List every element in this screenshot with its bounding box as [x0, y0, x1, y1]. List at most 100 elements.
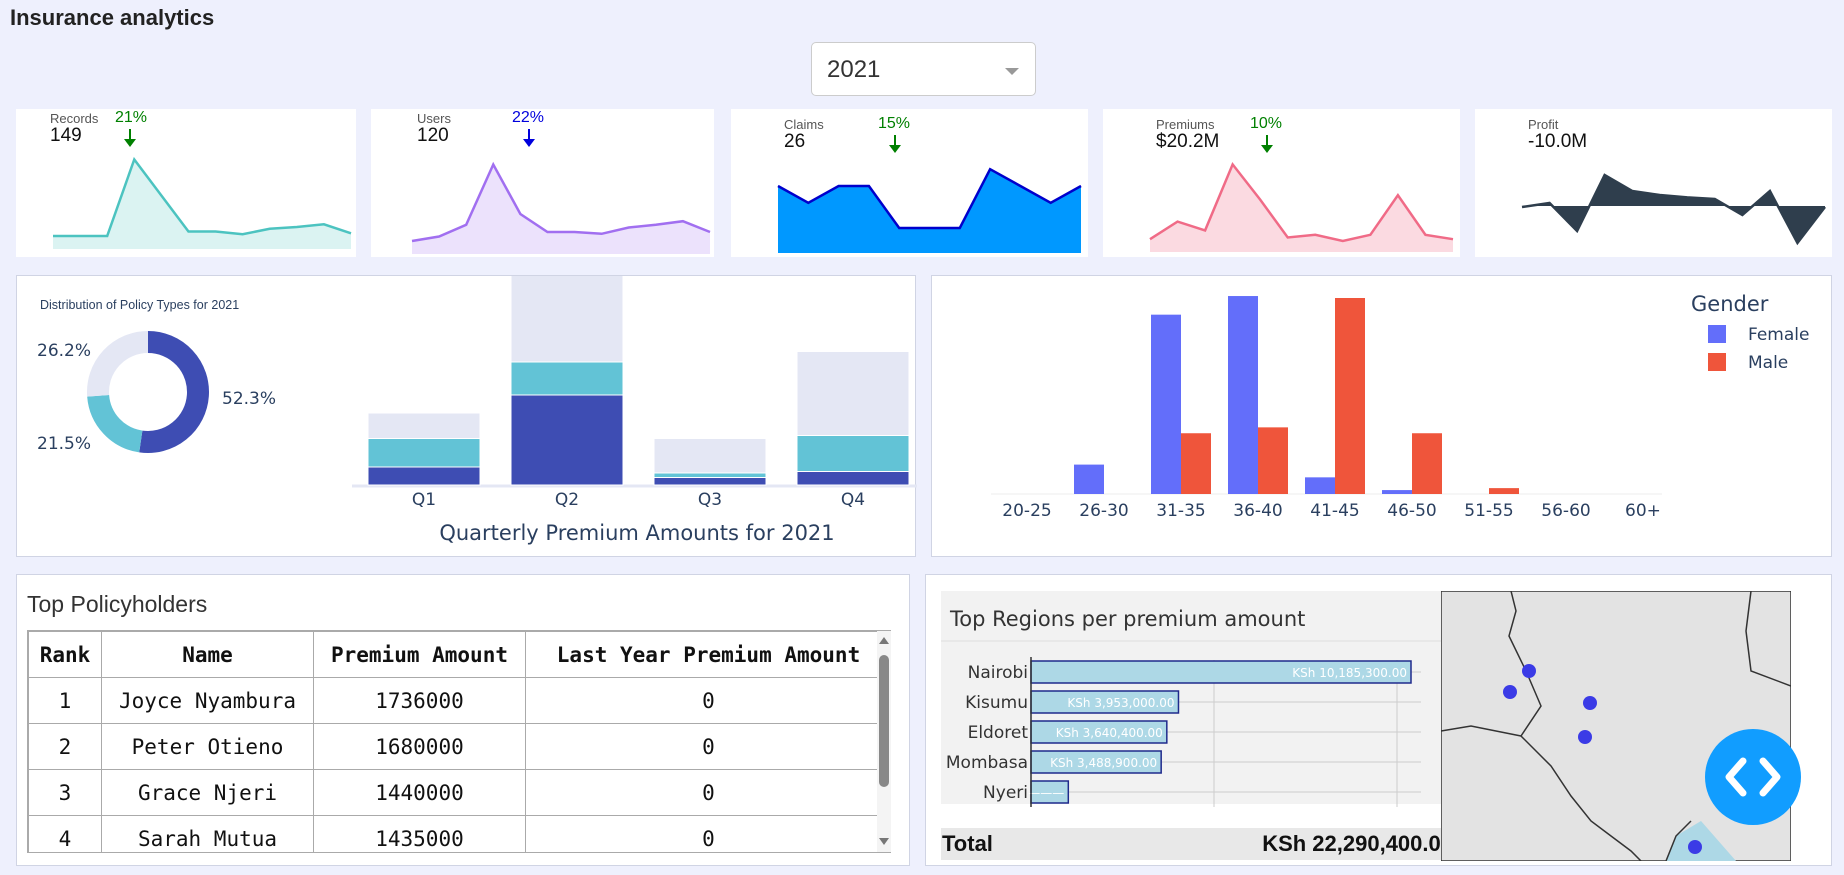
kpi-card-premiums: Premiums $20.2M 10%	[1103, 109, 1460, 257]
scrollbar-thumb[interactable]	[879, 655, 889, 787]
kpi-delta: 15%	[878, 115, 911, 132]
kpi-label: Profit	[1528, 117, 1559, 132]
gender-bar	[1151, 314, 1181, 494]
policyholders-table: Rank Name Premium Amount Last Year Premi…	[28, 631, 890, 852]
scroll-down-icon[interactable]	[878, 837, 890, 847]
regions-tick-label: Mombasa	[946, 753, 1028, 773]
kpi-label: Users	[417, 111, 451, 126]
kpi-delta: 10%	[1250, 115, 1283, 132]
sparkline-line	[53, 156, 352, 238]
cell-premium: 1440000	[313, 769, 526, 816]
kpi-sparkline	[1521, 173, 1826, 246]
gender-bar	[1228, 296, 1258, 494]
gender-tick-label: 20-25	[1002, 501, 1051, 521]
code-icon	[1725, 757, 1781, 797]
app-title: Insurance analytics	[10, 5, 215, 30]
kpi-delta: 21%	[115, 109, 148, 126]
kpi-sparkline	[411, 161, 711, 254]
gender-bar	[1305, 477, 1335, 494]
kpi-sparkline	[1149, 161, 1454, 252]
kpi-delta-arrow-icon	[124, 129, 136, 147]
quarterly-bar-segment	[796, 471, 910, 486]
cell-rank: 2	[28, 723, 102, 770]
cell-rank: 1	[28, 677, 102, 724]
map-point[interactable]	[1578, 730, 1592, 744]
quarterly-bar-segment	[510, 394, 624, 486]
kpi-delta-arrow-icon	[523, 129, 535, 147]
kpi-value: 26	[784, 131, 806, 152]
regions-tick-label: Eldoret	[968, 723, 1029, 743]
kpi-delta-arrow-icon	[1261, 135, 1273, 153]
donut-slice-label: 26.2%	[37, 341, 91, 361]
regions-total-value: KSh 22,290,400.00	[1262, 831, 1453, 856]
regions-bar-label: KSh 3,488,900.00	[1050, 756, 1157, 770]
policy-premium-panel: Distribution of Policy Types for 2021 52…	[16, 275, 917, 557]
quarterly-bar-segment	[510, 276, 624, 363]
column-header-rank[interactable]: Rank	[28, 631, 102, 678]
regions-total-label: Total	[942, 831, 993, 856]
chevron-down-icon[interactable]	[1005, 68, 1019, 75]
gender-legend-label: Male	[1748, 353, 1788, 373]
regions-tick-label: Nyeri	[983, 783, 1028, 803]
kpi-sparkline	[53, 156, 352, 249]
cell-last-year: 0	[525, 677, 890, 724]
map-point[interactable]	[1522, 664, 1536, 678]
quarterly-tick-label: Q2	[555, 490, 579, 510]
gender-legend-swatch	[1708, 325, 1726, 343]
kpi-value: 149	[50, 125, 82, 146]
table-row[interactable]: 2 Peter Otieno 1680000 0	[28, 723, 890, 770]
gender-legend-title: Gender	[1691, 292, 1769, 316]
table-row[interactable]: 4 Sarah Mutua 1435000 0	[28, 815, 890, 852]
regions-bar-label: KSh 10,185,300.00	[1292, 666, 1407, 680]
kpi-value: 120	[417, 125, 449, 146]
table-header-row: Rank Name Premium Amount Last Year Premi…	[28, 631, 890, 678]
regions-tick-label: Nairobi	[968, 663, 1028, 683]
cell-rank: 3	[28, 769, 102, 816]
column-header-name[interactable]: Name	[101, 631, 314, 678]
cell-name: Joyce Nyambura	[101, 677, 314, 724]
year-dropdown-value: 2021	[827, 56, 881, 83]
kpi-value: $20.2M	[1156, 131, 1220, 152]
dev-tools-button[interactable]	[1705, 729, 1801, 825]
cell-premium: 1680000	[313, 723, 526, 770]
gender-tick-label: 46-50	[1387, 501, 1436, 521]
regions-bar-label: KSh 3,953,000.00	[1067, 696, 1174, 710]
table-row[interactable]: 1 Joyce Nyambura 1736000 0	[28, 677, 890, 724]
quarterly-tick-label: Q3	[698, 490, 722, 510]
column-header-last-year[interactable]: Last Year Premium Amount	[525, 631, 890, 678]
cell-rank: 4	[28, 815, 102, 852]
gender-tick-label: 56-60	[1541, 501, 1590, 521]
kpi-label: Claims	[784, 117, 824, 132]
kpi-label: Premiums	[1156, 117, 1215, 132]
scroll-up-icon[interactable]	[878, 635, 890, 645]
table-scrollbar[interactable]	[877, 631, 891, 852]
donut-slice	[139, 331, 209, 453]
quarterly-bar-segment	[367, 438, 481, 468]
map-point[interactable]	[1688, 840, 1702, 854]
map-point[interactable]	[1503, 685, 1517, 699]
gender-legend-label: Female	[1748, 325, 1809, 345]
year-dropdown[interactable]: 2021	[811, 42, 1036, 96]
cell-last-year: 0	[525, 769, 890, 816]
gender-tick-label: 31-35	[1156, 501, 1205, 521]
quarterly-premium-chart: Q1 Q2 Q3 Q4 Quarterly Premium Amounts for 20…	[352, 276, 917, 545]
gender-tick-label: 36-40	[1233, 501, 1282, 521]
gender-bar	[1258, 427, 1288, 494]
kpi-sparkline	[777, 167, 1082, 253]
donut-slice	[87, 331, 149, 397]
column-header-premium[interactable]: Premium Amount	[313, 631, 526, 678]
kpi-value: -10.0M	[1528, 131, 1588, 152]
gender-bar	[1335, 298, 1365, 494]
gender-bar	[1181, 433, 1211, 494]
regions-bar-label: KSh 3,640,400.00	[1056, 726, 1163, 740]
quarterly-bar-segment	[653, 472, 767, 478]
policyholders-panel: Top Policyholders Rank Name Premium Amou…	[16, 574, 910, 866]
quarterly-tick-label: Q1	[412, 490, 436, 510]
gender-tick-label: 60+	[1625, 501, 1661, 521]
regions-panel: Top Regions per premium amount KSh 10,185…	[925, 574, 1832, 866]
table-row[interactable]: 3 Grace Njeri 1440000 0	[28, 769, 890, 816]
gender-bar	[1412, 433, 1442, 494]
cell-name: Grace Njeri	[101, 769, 314, 816]
map-point[interactable]	[1583, 696, 1597, 710]
donut-slice-label: 52.3%	[222, 389, 276, 409]
